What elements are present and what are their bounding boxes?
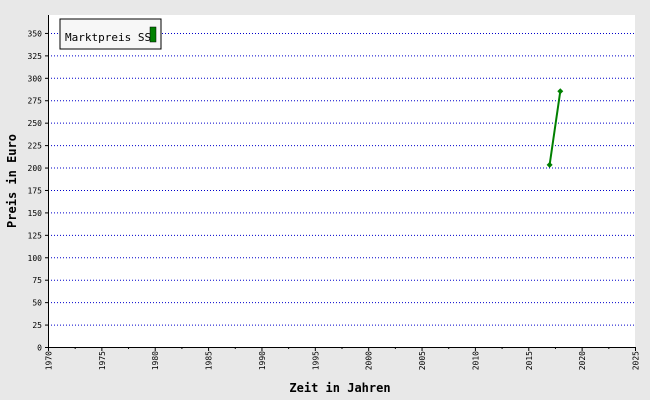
chart-container: 0 25 50 75 100 125 150 175 200 225 250 275 300 325 350… — [0, 0, 650, 400]
y-tick-label: 25 — [32, 321, 42, 330]
legend-label: Marktpreis SS — [65, 31, 151, 44]
y-tick-label: 325 — [28, 52, 43, 61]
y-tick-label: 350 — [28, 29, 43, 38]
x-axis-label: Zeit in Jahren — [289, 381, 390, 395]
x-tick-label: 2000 — [365, 351, 374, 370]
y-tick-label: 200 — [28, 164, 43, 173]
y-tick-label: 0 — [37, 344, 42, 353]
x-tick-label: 2010 — [471, 351, 480, 370]
x-tick-label: 1970 — [45, 351, 54, 370]
legend: Marktpreis SS — [59, 18, 162, 50]
x-tick-label: 2015 — [525, 351, 534, 370]
x-tick-label: 2025 — [632, 351, 641, 370]
y-tick-label: 300 — [28, 74, 43, 83]
x-tick-label: 2005 — [418, 351, 427, 370]
y-tick-label: 275 — [28, 97, 43, 106]
y-axis-label: Preis in Euro — [5, 134, 19, 228]
y-tick-label: 225 — [28, 142, 43, 151]
x-tick-label: 1975 — [98, 351, 107, 370]
y-tick-label: 100 — [28, 254, 43, 263]
x-tick-label: 1985 — [205, 351, 214, 370]
x-tick-label: 2020 — [578, 351, 587, 370]
legend-swatch — [149, 26, 157, 43]
x-tick-label: 1995 — [311, 351, 320, 370]
y-tick-label: 50 — [32, 299, 42, 308]
y-tick-label: 75 — [32, 276, 42, 285]
y-tick-label: 150 — [28, 209, 43, 218]
y-tick-label: 250 — [28, 119, 43, 128]
plot-background — [48, 15, 635, 347]
x-tick-label: 1990 — [258, 351, 267, 370]
x-tick-label: 1980 — [151, 351, 160, 370]
y-tick-label: 125 — [28, 231, 43, 240]
y-tick-label: 175 — [28, 186, 43, 195]
line-chart: 0 25 50 75 100 125 150 175 200 225 250 275 300 325 350… — [5, 15, 641, 395]
